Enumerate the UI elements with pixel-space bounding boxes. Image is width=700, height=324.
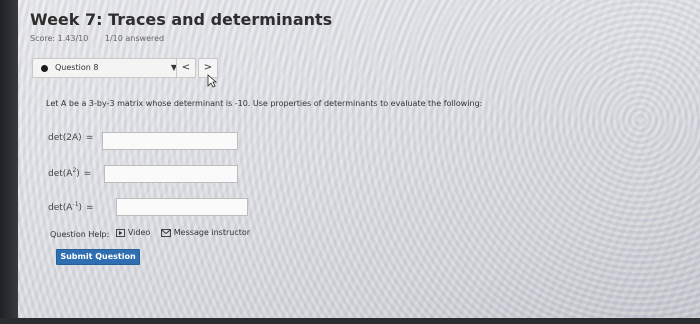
- message-instructor-link[interactable]: Message instructor: [160, 228, 251, 237]
- score-text: Score: 1.43/10: [30, 34, 89, 43]
- message-instructor-label: Message instructor: [173, 228, 251, 237]
- part-1-answer-input[interactable]: [102, 132, 238, 150]
- question-status-dot-icon: [41, 65, 48, 72]
- previous-question-button[interactable]: <: [176, 58, 196, 78]
- part-2-label-prefix: det(A: [48, 169, 73, 179]
- part-2-equals: =: [83, 169, 92, 179]
- question-select-label: Question 8: [55, 63, 99, 72]
- envelope-icon: [160, 228, 171, 237]
- part-2-answer-input[interactable]: [104, 165, 238, 183]
- question-select[interactable]: Question 8 ▼: [32, 58, 184, 78]
- part-2-label: det(A2) =: [48, 167, 91, 179]
- part-1-equals: =: [85, 133, 94, 143]
- part-3-equals: =: [85, 203, 94, 213]
- question-help: Question Help: Video Message instructor: [50, 228, 258, 239]
- video-link[interactable]: Video: [115, 228, 151, 237]
- question-help-label: Question Help:: [50, 229, 110, 239]
- part-2-label-suffix: ): [76, 169, 80, 179]
- part-3-answer-input[interactable]: [116, 198, 248, 216]
- video-link-label: Video: [127, 228, 151, 237]
- page-title: Week 7: Traces and determinants: [30, 10, 333, 29]
- part-3-label-suffix: ): [78, 203, 82, 213]
- answered-count: 1/10 answered: [104, 34, 165, 43]
- monitor-bezel-bottom: [0, 318, 700, 324]
- assignment-page: Week 7: Traces and determinants Score: 1…: [18, 0, 700, 318]
- mouse-cursor-icon: [207, 74, 217, 88]
- part-1-label-text: det(2A): [48, 133, 82, 143]
- score-line: Score: 1.43/10 1/10 answered: [30, 34, 164, 43]
- part-1-label: det(2A) =: [48, 133, 93, 143]
- submit-question-button[interactable]: Submit Question: [56, 249, 140, 265]
- monitor-bezel-left: [0, 0, 18, 324]
- video-icon: [115, 228, 125, 237]
- part-3-label: det(A-1) =: [48, 201, 94, 213]
- part-3-label-prefix: det(A: [48, 203, 73, 213]
- question-prompt: Let A be a 3-by-3 matrix whose determina…: [46, 99, 483, 108]
